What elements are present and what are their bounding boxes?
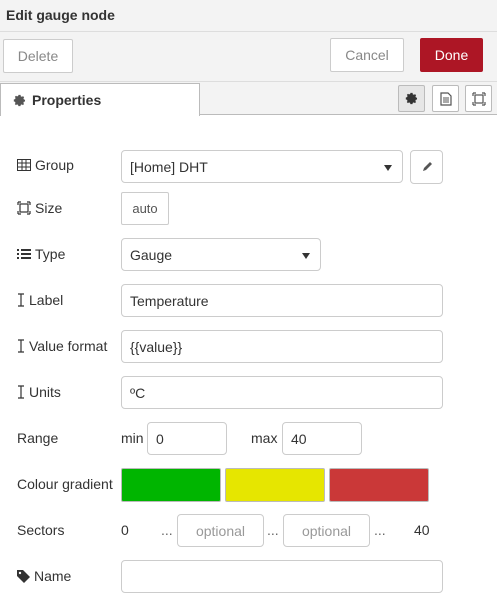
done-button[interactable]: Done (420, 38, 483, 72)
tag-icon (17, 569, 30, 583)
units-input[interactable]: ºC (121, 376, 443, 409)
dialog-toolbar: Delete Cancel Done (0, 32, 497, 82)
text-cursor-icon (18, 339, 24, 353)
colour-gradient-row-label: Colour gradient (17, 476, 113, 492)
tab-properties[interactable]: Properties (0, 83, 200, 116)
colour-gradient-label: Colour gradient (17, 476, 113, 492)
group-label: Group (35, 157, 74, 173)
sectors-dots-3: ... (374, 522, 386, 538)
text-cursor-icon (18, 293, 24, 307)
sectors-start-value: 0 (121, 522, 129, 538)
tab-bar: Properties (0, 82, 497, 116)
type-row-label: Type (17, 246, 65, 262)
type-label: Type (35, 246, 66, 262)
units-row-label: Units (17, 384, 61, 400)
size-label: Size (35, 200, 63, 216)
colour-swatch-low[interactable] (121, 468, 221, 502)
sector-1-input[interactable]: optional (177, 514, 264, 547)
sectors-dots-1: ... (161, 522, 173, 538)
tab-description-button[interactable] (432, 85, 459, 112)
list-icon (17, 249, 31, 259)
range-min-value: 0 (156, 430, 164, 447)
type-select-value: Gauge (130, 246, 173, 263)
sectors-row-label: Sectors (17, 522, 64, 538)
pencil-icon (422, 162, 432, 171)
colour-swatch-high[interactable] (329, 468, 429, 502)
name-input[interactable] (121, 560, 443, 593)
tab-appearance-button[interactable] (465, 85, 492, 112)
units-input-value: ºC (130, 384, 146, 401)
label-row-label: Label (17, 292, 63, 308)
label-input-value: Temperature (130, 292, 209, 309)
sector-2-placeholder: optional (301, 522, 352, 539)
value-format-input[interactable]: {{value}} (121, 330, 443, 363)
size-button[interactable]: auto (121, 192, 169, 225)
colour-swatch-mid[interactable] (225, 468, 325, 502)
sectors-dots-2: ... (267, 522, 279, 538)
gear-icon (405, 92, 418, 105)
sectors-end-value: 40 (414, 522, 430, 538)
size-row-label: Size (17, 200, 62, 216)
dialog-titlebar: Edit gauge node (0, 0, 497, 32)
tab-properties-label: Properties (32, 92, 102, 108)
delete-button[interactable]: Delete (3, 39, 73, 73)
units-label: Units (29, 384, 61, 400)
name-row-label: Name (17, 568, 71, 584)
range-label: Range (17, 430, 59, 446)
group-select[interactable]: [Home] DHT (121, 150, 403, 183)
sector-1-placeholder: optional (195, 522, 246, 539)
range-min-label: min (121, 430, 144, 446)
range-min-input[interactable]: 0 (147, 422, 227, 455)
text-cursor-icon (18, 385, 24, 399)
range-row-label: Range (17, 430, 58, 446)
frame-icon (471, 91, 486, 106)
value-format-row-label: Value format (17, 338, 107, 354)
type-select[interactable]: Gauge (121, 238, 321, 271)
label-label: Label (29, 292, 64, 308)
name-label: Name (34, 568, 72, 584)
sector-2-input[interactable]: optional (283, 514, 370, 547)
gear-icon (13, 94, 26, 106)
range-max-input[interactable]: 40 (282, 422, 362, 455)
table-icon (17, 159, 31, 171)
value-format-input-value: {{value}} (130, 338, 183, 355)
label-input[interactable]: Temperature (121, 284, 443, 317)
cancel-button[interactable]: Cancel (330, 38, 404, 72)
file-icon (439, 91, 452, 106)
dialog-title: Edit gauge node (6, 7, 115, 23)
value-format-label: Value format (29, 338, 108, 354)
group-row-label: Group (17, 157, 74, 173)
range-max-value: 40 (291, 430, 307, 447)
frame-icon (17, 201, 31, 215)
range-max-label: max (251, 430, 278, 446)
sectors-label: Sectors (17, 522, 65, 538)
edit-group-button[interactable] (410, 150, 443, 184)
tab-settings-button[interactable] (398, 85, 425, 112)
group-select-value: [Home] DHT (130, 158, 208, 175)
